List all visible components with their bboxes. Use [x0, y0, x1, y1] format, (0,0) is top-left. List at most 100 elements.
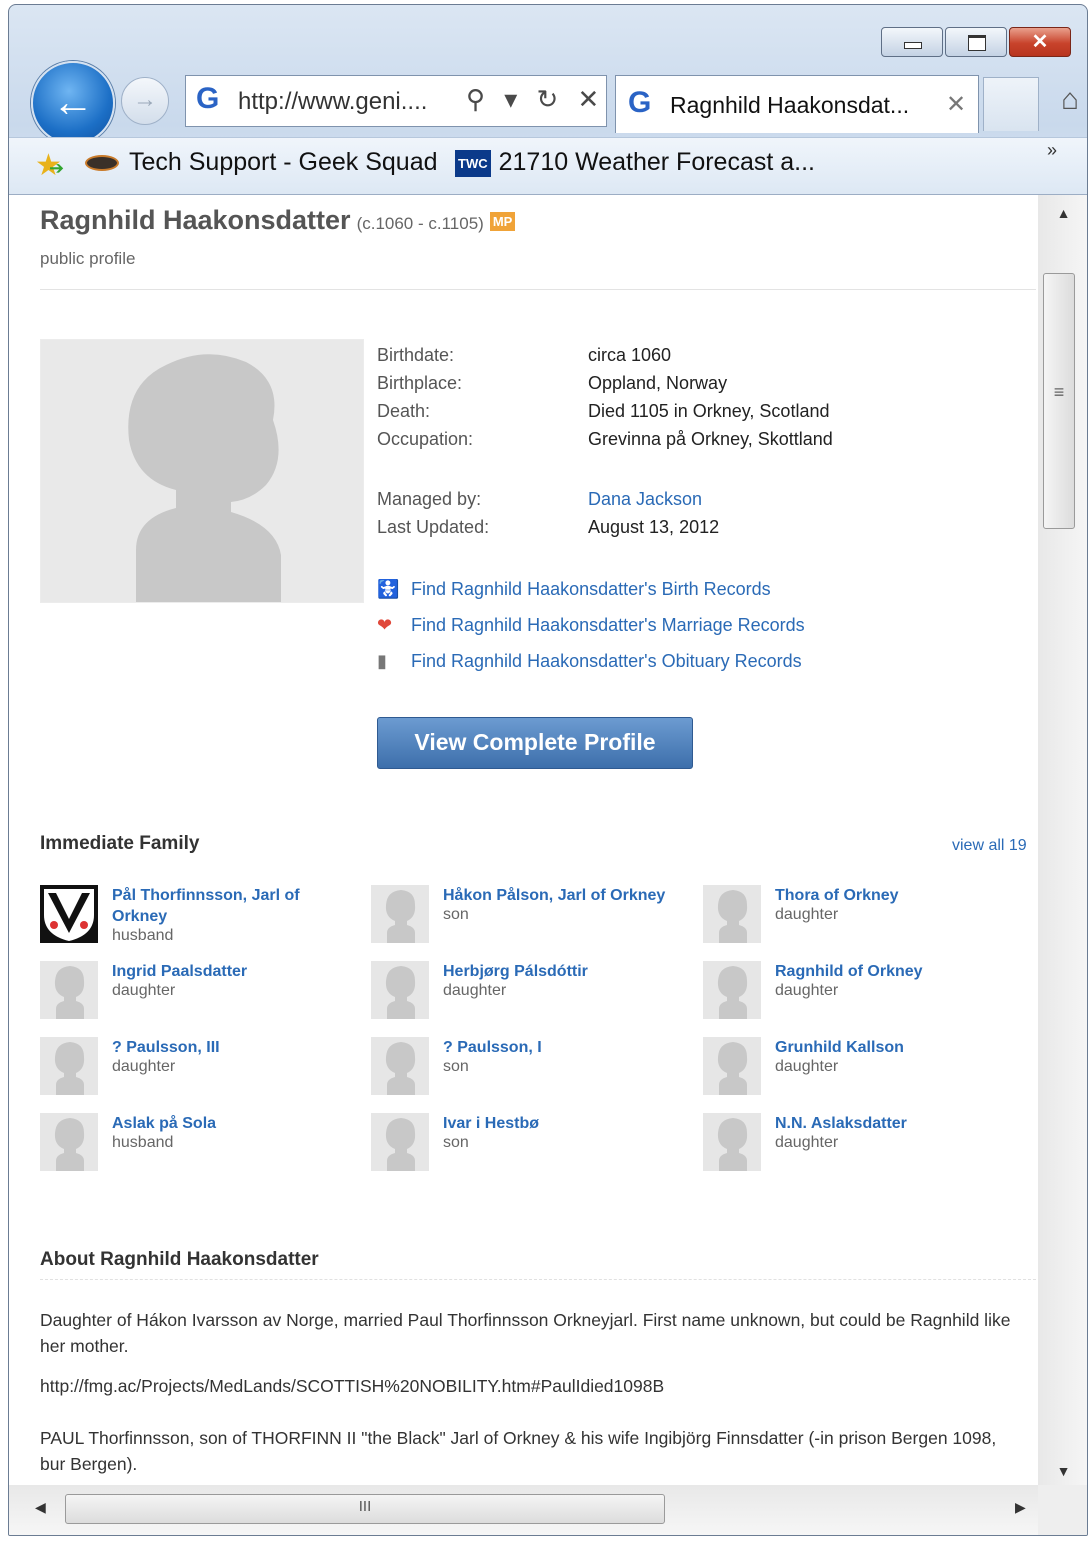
tab-active[interactable]: G Ragnhild Haakonsdat... ✕ [615, 75, 979, 133]
family-member[interactable]: ? Paulsson, Ison [371, 1037, 691, 1099]
family-member[interactable]: Grunhild Kallson daughter [703, 1037, 1023, 1099]
avatar[interactable] [371, 961, 429, 1019]
vertical-scroll-thumb[interactable] [1043, 273, 1075, 529]
avatar[interactable] [703, 1037, 761, 1095]
address-actions-icons[interactable]: ⚲ ▾ ↻ ✕ [466, 84, 605, 115]
family-member-role: daughter [443, 982, 507, 999]
horizontal-scrollbar[interactable]: ◀ III ▶ [9, 1485, 1038, 1535]
family-member-name[interactable]: ? Paulsson, III [112, 1037, 352, 1058]
birth-records-link[interactable]: 🚼 Find Ragnhild Haakonsdatter's Birth Rec… [377, 579, 805, 615]
family-member[interactable]: Håkon Pålson, Jarl of Orkney son [371, 885, 691, 947]
geek-squad-icon [85, 155, 119, 172]
tab-close-icon[interactable]: ✕ [946, 90, 966, 119]
new-tab-button[interactable] [983, 77, 1039, 131]
family-member[interactable]: ? Paulsson, III daughter [40, 1037, 360, 1099]
family-member-name[interactable]: Herbjørg Pálsdóttir [443, 961, 683, 982]
family-member-name[interactable]: Ivar i Hestbø [443, 1113, 683, 1134]
scroll-down-arrow-icon[interactable]: ▼ [1038, 1463, 1087, 1479]
minimize-button[interactable] [881, 27, 943, 57]
manager-values: Dana Jackson August 13, 2012 [588, 489, 719, 545]
fact-value: Grevinna på Orkney, Skottland [588, 429, 833, 449]
close-window-button[interactable]: ✕ [1009, 27, 1071, 57]
coat-of-arms-avatar[interactable] [40, 885, 98, 943]
last-updated-label: Last Updated: [377, 517, 490, 537]
family-member[interactable]: Herbjørg Pálsdóttir daughter [371, 961, 691, 1023]
avatar[interactable] [371, 1037, 429, 1095]
fact-value: circa 1060 [588, 345, 672, 365]
favorite-geek-squad[interactable]: Tech Support - Geek Squad [85, 148, 438, 177]
home-icon[interactable]: ⌂ [1061, 83, 1079, 117]
fact-value: Oppland, Norway [588, 373, 728, 393]
address-url[interactable]: http://www.geni.... [238, 88, 427, 116]
chevron-more-icon[interactable]: » [1047, 140, 1057, 161]
family-member-role: husband [112, 927, 174, 944]
geni-favicon-icon: G [628, 86, 652, 119]
family-member-role: son [443, 1134, 469, 1151]
family-member-role: husband [112, 1134, 174, 1151]
profile-dates: (c.1060 - c.1105) [356, 214, 484, 233]
twc-icon: TWC [455, 149, 491, 177]
vertical-scrollbar[interactable]: ▲ ▼ [1038, 195, 1087, 1485]
about-heading: About Ragnhild Haakonsdatter [40, 1249, 319, 1270]
family-member-role: daughter [775, 1058, 839, 1075]
browser-window: ✕ ← → G http://www.geni.... ⚲ ▾ ↻ ✕ G Ra… [8, 4, 1088, 1536]
page-title: Ragnhild Haakonsdatter (c.1060 - c.1105) M… [40, 205, 516, 236]
fact-label: Birthdate: [377, 345, 455, 365]
marriage-records-link[interactable]: ❤ Find Ragnhild Haakonsdatter's Marriage … [377, 615, 805, 651]
family-member[interactable]: Thora of Orkney daughter [703, 885, 1023, 947]
maximize-button[interactable] [945, 27, 1007, 57]
family-member-name[interactable]: ? Paulsson, I [443, 1037, 683, 1058]
close-icon: ✕ [1031, 31, 1049, 53]
obituary-records-link[interactable]: ▮ Find Ragnhild Haakonsdatter's Obituary … [377, 651, 805, 687]
favorite-weather[interactable]: TWC 21710 Weather Forecast a... [455, 148, 815, 177]
scroll-left-arrow-icon[interactable]: ◀ [35, 1499, 46, 1516]
forward-button[interactable]: → [121, 77, 169, 125]
avatar[interactable] [371, 1113, 429, 1171]
back-button[interactable]: ← [31, 61, 115, 145]
record-link-label[interactable]: Find Ragnhild Haakonsdatter's Obituary R… [411, 651, 802, 671]
family-member-name[interactable]: Grunhild Kallson [775, 1037, 1015, 1058]
baby-carriage-icon: 🚼 [377, 579, 400, 599]
family-member[interactable]: Ivar i Hestbø son [371, 1113, 691, 1175]
avatar[interactable] [40, 1037, 98, 1095]
family-member-role: daughter [775, 1134, 839, 1151]
view-complete-profile-button[interactable]: View Complete Profile [377, 717, 693, 769]
family-member[interactable]: Ragnhild of Orkney daughter [703, 961, 1023, 1023]
avatar[interactable] [40, 1113, 98, 1171]
address-bar[interactable]: G http://www.geni.... ⚲ ▾ ↻ ✕ [185, 75, 607, 127]
family-member-name[interactable]: Håkon Pålson, Jarl of Orkney [443, 885, 683, 906]
family-member[interactable]: Aslak på Sola husband [40, 1113, 360, 1175]
family-member-name[interactable]: Ragnhild of Orkney [775, 961, 1015, 982]
family-member-name[interactable]: Ingrid Paalsdatter [112, 961, 352, 982]
family-member-role: daughter [112, 982, 176, 999]
record-link-label[interactable]: Find Ragnhild Haakonsdatter's Birth Reco… [411, 579, 771, 599]
record-link-label[interactable]: Find Ragnhild Haakonsdatter's Marriage R… [411, 615, 805, 635]
family-member[interactable]: Ingrid Paalsdatter daughter [40, 961, 360, 1023]
manager-link[interactable]: Dana Jackson [588, 489, 702, 509]
avatar[interactable] [371, 885, 429, 943]
family-member-role: son [443, 906, 469, 923]
scroll-grip: III [358, 1498, 372, 1515]
family-member-name[interactable]: Aslak på Sola [112, 1113, 352, 1134]
scroll-up-arrow-icon[interactable]: ▲ [1038, 205, 1087, 221]
family-member-role: daughter [775, 906, 839, 923]
avatar[interactable] [40, 961, 98, 1019]
view-all-family-link[interactable]: view all 19 [952, 837, 1027, 855]
horizontal-scroll-thumb[interactable]: III [65, 1494, 665, 1524]
family-member-name[interactable]: Pål Thorfinnsson, Jarl of Orkney [112, 885, 352, 927]
avatar[interactable] [703, 885, 761, 943]
add-favorites-star-icon[interactable]: ★ [35, 148, 64, 183]
profile-subtitle: public profile [40, 249, 136, 268]
family-member-name[interactable]: Thora of Orkney [775, 885, 1015, 906]
fact-value: Died 1105 in Orkney, Scotland [588, 401, 830, 421]
records-links: 🚼 Find Ragnhild Haakonsdatter's Birth Rec… [377, 579, 805, 687]
avatar[interactable] [703, 1113, 761, 1171]
family-member-name[interactable]: N.N. Aslaksdatter [775, 1113, 1015, 1134]
about-source-link[interactable]: http://fmg.ac/Projects/MedLands/SCOTTISH… [40, 1373, 1015, 1399]
profile-facts-labels: Birthdate: Birthplace: Death: Occupation… [377, 345, 473, 457]
scroll-right-arrow-icon[interactable]: ▶ [1015, 1499, 1026, 1516]
family-member[interactable]: Pål Thorfinnsson, Jarl of Orkney husband [40, 885, 360, 947]
family-member[interactable]: N.N. Aslaksdatter daughter [703, 1113, 1023, 1175]
managed-by-label: Managed by: [377, 489, 482, 509]
avatar[interactable] [703, 961, 761, 1019]
